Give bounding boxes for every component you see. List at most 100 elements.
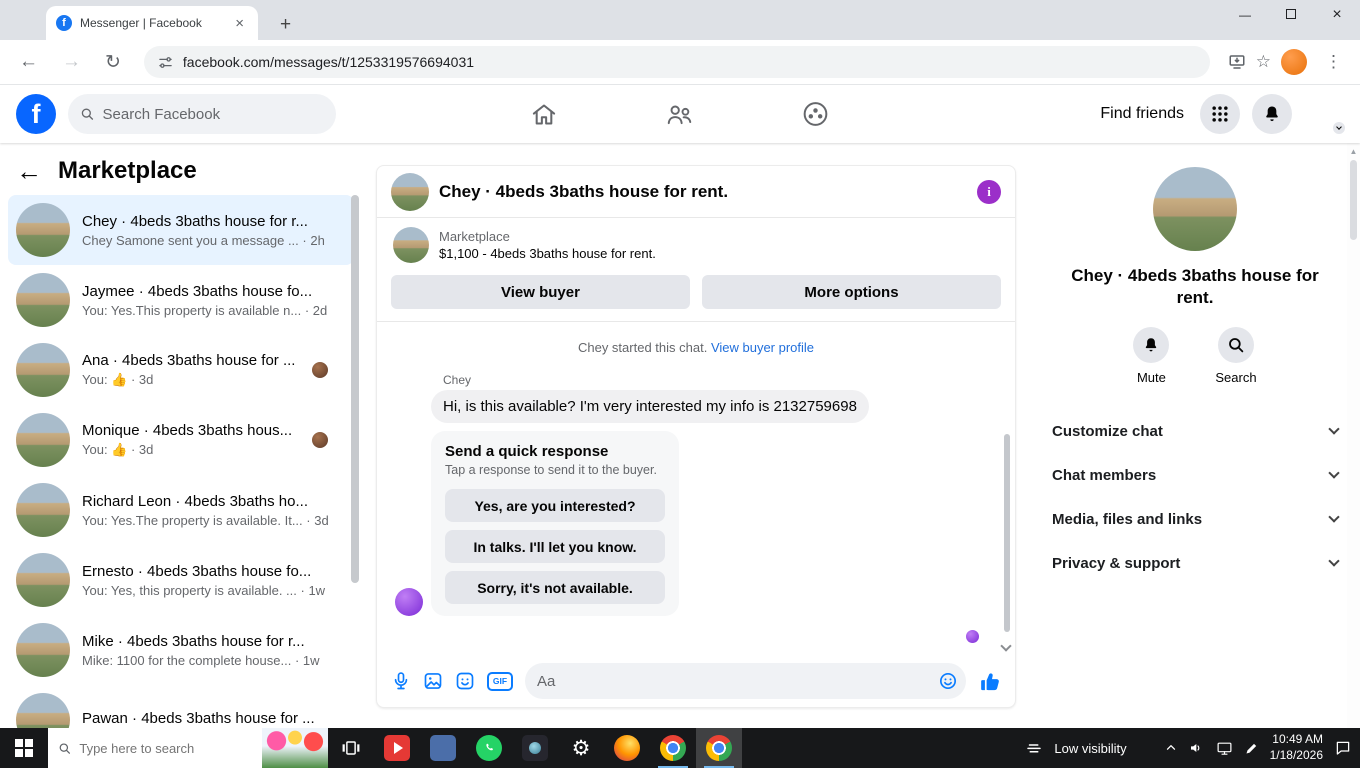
scroll-down-icon[interactable]: [1000, 637, 1012, 653]
active-app-chrome[interactable]: [696, 728, 742, 768]
site-settings-icon[interactable]: [158, 55, 173, 70]
quick-response-intalks-button[interactable]: In talks. I'll let you know.: [445, 530, 665, 563]
conversation-item-richard[interactable]: Richard Leon · 4beds 3baths ho... You: Y…: [8, 475, 354, 545]
chat-title: Chey · 4beds 3baths house for rent.: [439, 181, 729, 201]
section-label: Customize chat: [1052, 422, 1163, 440]
conversation-item-ernesto[interactable]: Ernesto · 4beds 3baths house fo... You: …: [8, 545, 354, 615]
view-buyer-button[interactable]: View buyer: [391, 275, 690, 309]
start-button[interactable]: [0, 728, 48, 768]
sticker-icon[interactable]: [455, 671, 475, 691]
mute-button[interactable]: Mute: [1133, 327, 1170, 385]
details-avatar[interactable]: [1153, 167, 1237, 251]
notifications-button[interactable]: [1252, 94, 1292, 134]
open-app-chrome[interactable]: [650, 728, 696, 768]
home-tab[interactable]: [523, 97, 566, 132]
bookmark-star-icon[interactable]: ☆: [1256, 52, 1271, 72]
minimize-button[interactable]: —: [1222, 8, 1268, 22]
task-view-button[interactable]: [328, 728, 374, 768]
page-scrollbar[interactable]: ▲: [1347, 143, 1360, 728]
pen-icon[interactable]: [1244, 741, 1259, 756]
conversation-info-icon[interactable]: i: [977, 179, 1001, 204]
weather-widget-label[interactable]: Low visibility: [1054, 741, 1126, 756]
chat-header: Chey · 4beds 3baths house for rent. i: [377, 166, 1015, 218]
groups-tab[interactable]: [794, 96, 838, 132]
like-icon[interactable]: [978, 670, 1001, 693]
volume-icon[interactable]: [1189, 740, 1205, 756]
back-arrow-icon[interactable]: ←: [16, 158, 42, 184]
pinned-app-media[interactable]: [374, 728, 420, 768]
section-media-files-links[interactable]: Media, files and links: [1040, 497, 1350, 541]
chevron-down-icon: [1328, 555, 1340, 567]
pinned-app-firefox[interactable]: [604, 728, 650, 768]
maximize-icon: [1286, 9, 1296, 19]
find-friends-link[interactable]: Find friends: [1100, 105, 1184, 123]
pinned-app-camera[interactable]: [512, 728, 558, 768]
section-chat-members[interactable]: Chat members: [1040, 453, 1350, 497]
conversation-details-panel: Chey · 4beds 3baths house for rent. Mute…: [1030, 143, 1360, 728]
scrollbar-thumb[interactable]: [1350, 160, 1357, 240]
scroll-up-icon[interactable]: ▲: [1350, 147, 1358, 156]
home-icon: [532, 103, 556, 125]
messenger-content: ← Marketplace Chey · 4beds 3baths house …: [0, 143, 1360, 728]
view-buyer-profile-link[interactable]: View buyer profile: [711, 340, 814, 355]
quick-response-sorry-button[interactable]: Sorry, it's not available.: [445, 571, 665, 604]
section-customize-chat[interactable]: Customize chat: [1040, 409, 1350, 453]
conversation-item-monique[interactable]: Monique · 4beds 3baths hous... You: 👍3d: [8, 405, 354, 475]
gif-icon[interactable]: GIF: [487, 671, 513, 691]
friends-tab[interactable]: [658, 97, 702, 132]
tab-close-icon[interactable]: ×: [231, 15, 248, 32]
search-icon: [81, 108, 94, 120]
sidebar-scrollbar[interactable]: [351, 195, 359, 583]
apps-menu-button[interactable]: [1200, 94, 1240, 134]
section-label: Privacy & support: [1052, 554, 1181, 572]
section-privacy-support[interactable]: Privacy & support: [1040, 541, 1350, 585]
back-button[interactable]: ←: [10, 47, 47, 77]
browser-tab[interactable]: f Messenger | Facebook ×: [46, 6, 258, 40]
reload-button[interactable]: ↻: [96, 47, 130, 78]
settings-gear-icon: ⚙: [571, 736, 591, 760]
pinned-app-calculator[interactable]: [420, 728, 466, 768]
pinned-app-settings[interactable]: ⚙: [558, 728, 604, 768]
sender-avatar[interactable]: [395, 588, 423, 616]
show-hidden-icons-chevron[interactable]: [1164, 741, 1178, 755]
facebook-search-input[interactable]: [102, 105, 324, 123]
search-in-conversation-button[interactable]: Search: [1215, 327, 1257, 385]
close-window-button[interactable]: ×: [1314, 6, 1360, 24]
media-app-icon: [384, 735, 410, 761]
widgets-weather-thumbnail[interactable]: [262, 728, 328, 768]
conversation-item-chey[interactable]: Chey · 4beds 3baths house for r... Chey …: [8, 195, 354, 265]
conversation-item-ana[interactable]: Ana · 4beds 3baths house for ... You: 👍3…: [8, 335, 354, 405]
listing-actions: View buyer More options: [377, 267, 1015, 322]
chat-scrollbar[interactable]: [1004, 434, 1010, 632]
chevron-down-icon: [1328, 467, 1340, 479]
voice-clip-icon[interactable]: [391, 671, 411, 691]
conversation-item-mike[interactable]: Mike · 4beds 3baths house for r... Mike:…: [8, 615, 354, 685]
taskbar-search-input[interactable]: [79, 740, 252, 756]
forward-button[interactable]: →: [53, 47, 90, 77]
maximize-button[interactable]: [1268, 8, 1314, 22]
facebook-header-actions: Find friends: [1100, 94, 1347, 136]
chat-avatar[interactable]: [391, 172, 429, 211]
facebook-logo[interactable]: f: [16, 94, 56, 134]
conversation-item-pawan[interactable]: Pawan · 4beds 3baths house for ...: [8, 685, 354, 728]
new-tab-button[interactable]: +: [272, 14, 299, 40]
browser-profile-avatar[interactable]: [1281, 49, 1307, 75]
conversation-item-jaymee[interactable]: Jaymee · 4beds 3baths house fo... You: Y…: [8, 265, 354, 335]
taskbar-search[interactable]: [48, 728, 262, 768]
browser-menu-icon[interactable]: ⋮: [1317, 50, 1350, 74]
taskbar-clock[interactable]: 10:49 AM 1/18/2026: [1270, 732, 1323, 763]
task-view-icon: [342, 741, 360, 755]
address-bar[interactable]: facebook.com/messages/t/1253319576694031: [143, 46, 1210, 78]
more-options-button[interactable]: More options: [702, 275, 1001, 309]
conversation-preview: You: Yes.This property is available n...…: [82, 303, 346, 318]
action-center-icon[interactable]: [1334, 739, 1352, 757]
emoji-icon[interactable]: [938, 671, 958, 691]
install-app-icon[interactable]: [1224, 49, 1250, 75]
facebook-search[interactable]: [68, 94, 336, 134]
quick-response-yes-button[interactable]: Yes, are you interested?: [445, 489, 665, 522]
attach-photo-icon[interactable]: [423, 671, 443, 691]
pinned-app-whatsapp[interactable]: [466, 728, 512, 768]
message-input[interactable]: [537, 672, 938, 690]
account-menu-button[interactable]: [1304, 94, 1347, 136]
display-icon[interactable]: [1216, 740, 1233, 757]
